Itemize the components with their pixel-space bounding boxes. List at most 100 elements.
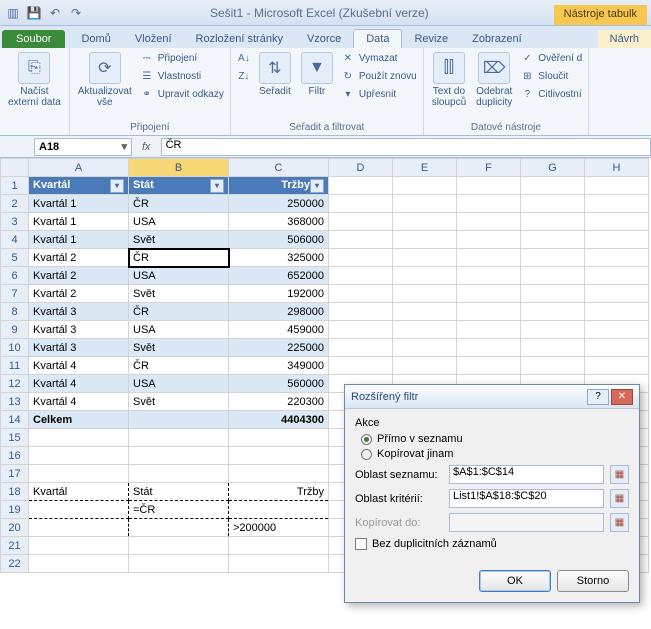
copy-to-input[interactable] xyxy=(449,513,604,532)
dialog-titlebar[interactable]: Rozšířený filtr ? ✕ xyxy=(345,385,639,409)
table-header-stat[interactable]: Stát▾ xyxy=(129,177,229,195)
cell[interactable]: Svět xyxy=(129,339,229,357)
data-validation-button[interactable]: ✓Ověření d xyxy=(520,50,582,66)
cell[interactable] xyxy=(29,501,129,519)
filter-dropdown-icon[interactable]: ▾ xyxy=(310,179,324,193)
cell[interactable] xyxy=(29,537,129,555)
cell[interactable] xyxy=(129,555,229,573)
tab-data[interactable]: Data xyxy=(353,29,402,48)
cell[interactable] xyxy=(229,465,329,483)
col-header-G[interactable]: G xyxy=(521,159,585,177)
cell[interactable] xyxy=(329,231,393,249)
tab-review[interactable]: Revize xyxy=(402,30,460,48)
row-header[interactable]: 15 xyxy=(1,429,29,447)
excel-icon[interactable]: ▥ xyxy=(4,4,22,22)
sort-desc-button[interactable]: Z↓ xyxy=(237,68,251,84)
select-all-cell[interactable] xyxy=(1,159,29,177)
cell-total-value[interactable]: 4404300 xyxy=(229,411,329,429)
filter-dropdown-icon[interactable]: ▾ xyxy=(210,179,224,193)
cell[interactable]: Stát xyxy=(129,483,229,501)
formula-input[interactable]: ČR xyxy=(161,138,651,156)
cell[interactable] xyxy=(457,285,521,303)
sort-button[interactable]: ⇅Seřadit xyxy=(257,50,293,99)
cell[interactable] xyxy=(129,537,229,555)
cell[interactable]: Kvartál xyxy=(29,483,129,501)
row-header[interactable]: 20 xyxy=(1,519,29,537)
undo-icon[interactable]: ↶ xyxy=(46,4,64,22)
cell[interactable] xyxy=(329,249,393,267)
cell[interactable] xyxy=(521,339,585,357)
cell[interactable]: 560000 xyxy=(229,375,329,393)
cell[interactable] xyxy=(329,339,393,357)
cell[interactable]: 506000 xyxy=(229,231,329,249)
fx-icon[interactable]: fx xyxy=(142,141,151,153)
cell[interactable] xyxy=(521,321,585,339)
cell[interactable]: 192000 xyxy=(229,285,329,303)
cell[interactable]: 459000 xyxy=(229,321,329,339)
chevron-down-icon[interactable]: ▾ xyxy=(121,140,127,153)
cell[interactable]: 225000 xyxy=(229,339,329,357)
cell[interactable] xyxy=(585,267,649,285)
advanced-filter-button[interactable]: ▾Upřesnit xyxy=(341,86,417,102)
list-range-input[interactable]: $A$1:$C$14 xyxy=(449,465,604,484)
row-header[interactable]: 11 xyxy=(1,357,29,375)
reapply-button[interactable]: ↻Použít znovu xyxy=(341,68,417,84)
cell[interactable] xyxy=(29,429,129,447)
cell[interactable] xyxy=(585,303,649,321)
col-header-F[interactable]: F xyxy=(457,159,521,177)
name-box[interactable]: A18▾ xyxy=(34,138,132,156)
cell[interactable]: Kvartál 2 xyxy=(29,249,129,267)
table-header-trzby[interactable]: Tržby▾ xyxy=(229,177,329,195)
cell[interactable]: 220300 xyxy=(229,393,329,411)
cell[interactable] xyxy=(29,447,129,465)
cell[interactable] xyxy=(329,303,393,321)
col-header-H[interactable]: H xyxy=(585,159,649,177)
cell[interactable] xyxy=(393,177,457,195)
row-header[interactable]: 14 xyxy=(1,411,29,429)
cell[interactable] xyxy=(393,285,457,303)
cell[interactable]: >200000 xyxy=(229,519,329,537)
table-header-kvartal[interactable]: Kvartál▾ xyxy=(29,177,129,195)
cell[interactable] xyxy=(521,195,585,213)
text-to-columns-button[interactable]: ⫿⫿Text dosloupců xyxy=(430,50,468,110)
col-header-C[interactable]: C xyxy=(229,159,329,177)
row-header[interactable]: 2 xyxy=(1,195,29,213)
cell[interactable] xyxy=(521,231,585,249)
cell[interactable] xyxy=(585,339,649,357)
cell[interactable] xyxy=(393,249,457,267)
cell[interactable] xyxy=(521,267,585,285)
cell[interactable] xyxy=(329,195,393,213)
row-header[interactable]: 10 xyxy=(1,339,29,357)
row-header[interactable]: 6 xyxy=(1,267,29,285)
cell[interactable] xyxy=(393,267,457,285)
tab-layout[interactable]: Rozložení stránky xyxy=(184,30,295,48)
cell[interactable]: Tržby xyxy=(229,483,329,501)
cell[interactable]: 325000 xyxy=(229,249,329,267)
radio-inplace[interactable]: Přímo v seznamu xyxy=(361,433,629,445)
row-header[interactable]: 18 xyxy=(1,483,29,501)
col-header-B[interactable]: B xyxy=(129,159,229,177)
unique-records-checkbox[interactable]: Bez duplicitních záznamů xyxy=(355,538,629,550)
cell[interactable]: USA xyxy=(129,213,229,231)
cell[interactable]: Kvartál 3 xyxy=(29,303,129,321)
row-header[interactable]: 4 xyxy=(1,231,29,249)
cell[interactable]: USA xyxy=(129,375,229,393)
cell[interactable] xyxy=(585,249,649,267)
consolidate-button[interactable]: ⊞Sloučit xyxy=(520,68,582,84)
cell[interactable] xyxy=(521,249,585,267)
cell[interactable]: Svět xyxy=(129,231,229,249)
cell[interactable]: Kvartál 1 xyxy=(29,213,129,231)
cell[interactable]: 298000 xyxy=(229,303,329,321)
cell[interactable] xyxy=(521,213,585,231)
cell[interactable] xyxy=(129,465,229,483)
cell[interactable]: Kvartál 1 xyxy=(29,231,129,249)
cell[interactable]: Kvartál 3 xyxy=(29,321,129,339)
cell[interactable] xyxy=(393,321,457,339)
row-header[interactable]: 12 xyxy=(1,375,29,393)
tab-home[interactable]: Domů xyxy=(69,30,122,48)
cell[interactable]: 250000 xyxy=(229,195,329,213)
cancel-button[interactable]: Storno xyxy=(557,570,629,592)
cell[interactable] xyxy=(585,285,649,303)
row-header[interactable]: 22 xyxy=(1,555,29,573)
cell[interactable]: Kvartál 1 xyxy=(29,195,129,213)
